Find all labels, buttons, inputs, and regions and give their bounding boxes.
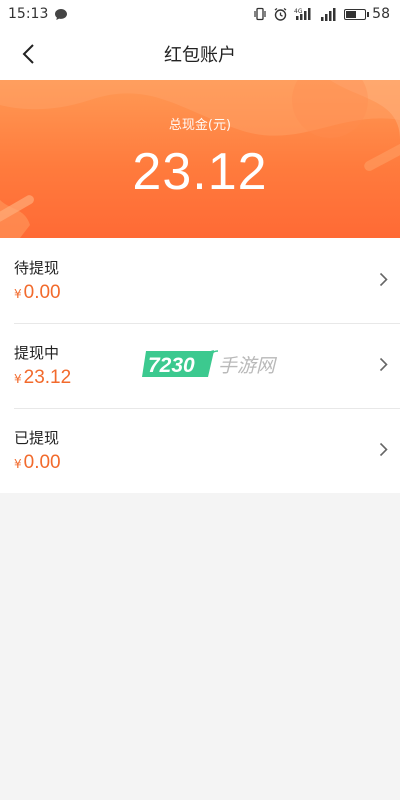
currency-symbol: ¥ xyxy=(14,287,22,301)
list-item-pending[interactable]: 待提现 ¥ 0.00 xyxy=(0,238,400,323)
alarm-icon xyxy=(273,7,288,22)
watermark-number: 7230 xyxy=(148,354,195,377)
chevron-left-icon xyxy=(22,44,34,64)
withdrawing-title: 提现中 xyxy=(14,344,60,362)
amount-value: 0.00 xyxy=(23,452,61,473)
pending-amount: ¥ 0.00 xyxy=(14,282,61,304)
chevron-right-icon xyxy=(379,442,388,457)
status-bar: 15:13 4G 58 xyxy=(0,0,400,28)
total-cash-amount: 23.12 xyxy=(132,143,268,201)
chevron-right-icon xyxy=(379,272,388,287)
withdrawing-amount: ¥ 23.12 xyxy=(14,367,71,389)
pending-title: 待提现 xyxy=(14,259,60,277)
page-title: 红包账户 xyxy=(164,45,236,66)
network-label: 4G xyxy=(294,8,303,15)
total-cash-label: 总现金(元) xyxy=(168,118,232,133)
battery-icon xyxy=(344,8,370,20)
currency-symbol: ¥ xyxy=(14,372,22,386)
withdrawn-amount: ¥ 0.00 xyxy=(14,452,61,474)
battery-percent: 58 xyxy=(372,6,390,22)
currency-symbol: ¥ xyxy=(14,457,22,471)
total-cash-banner: 总现金(元) 23.12 xyxy=(0,80,400,238)
signal-4g-icon: 4G xyxy=(294,7,314,21)
vibrate-icon xyxy=(253,7,267,21)
watermark-logo: 7230 手游网 xyxy=(142,348,282,380)
status-time: 15:13 xyxy=(8,6,49,22)
amount-value: 23.12 xyxy=(23,367,72,388)
chevron-right-icon xyxy=(379,357,388,372)
signal-icon xyxy=(320,7,338,21)
watermark-text: 手游网 xyxy=(218,355,278,377)
message-icon xyxy=(54,8,68,21)
nav-bar: 红包账户 xyxy=(0,28,400,80)
back-button[interactable] xyxy=(14,40,42,68)
list-item-withdrawn[interactable]: 已提现 ¥ 0.00 xyxy=(0,408,400,493)
amount-value: 0.00 xyxy=(23,282,61,303)
withdrawn-title: 已提现 xyxy=(14,429,60,447)
